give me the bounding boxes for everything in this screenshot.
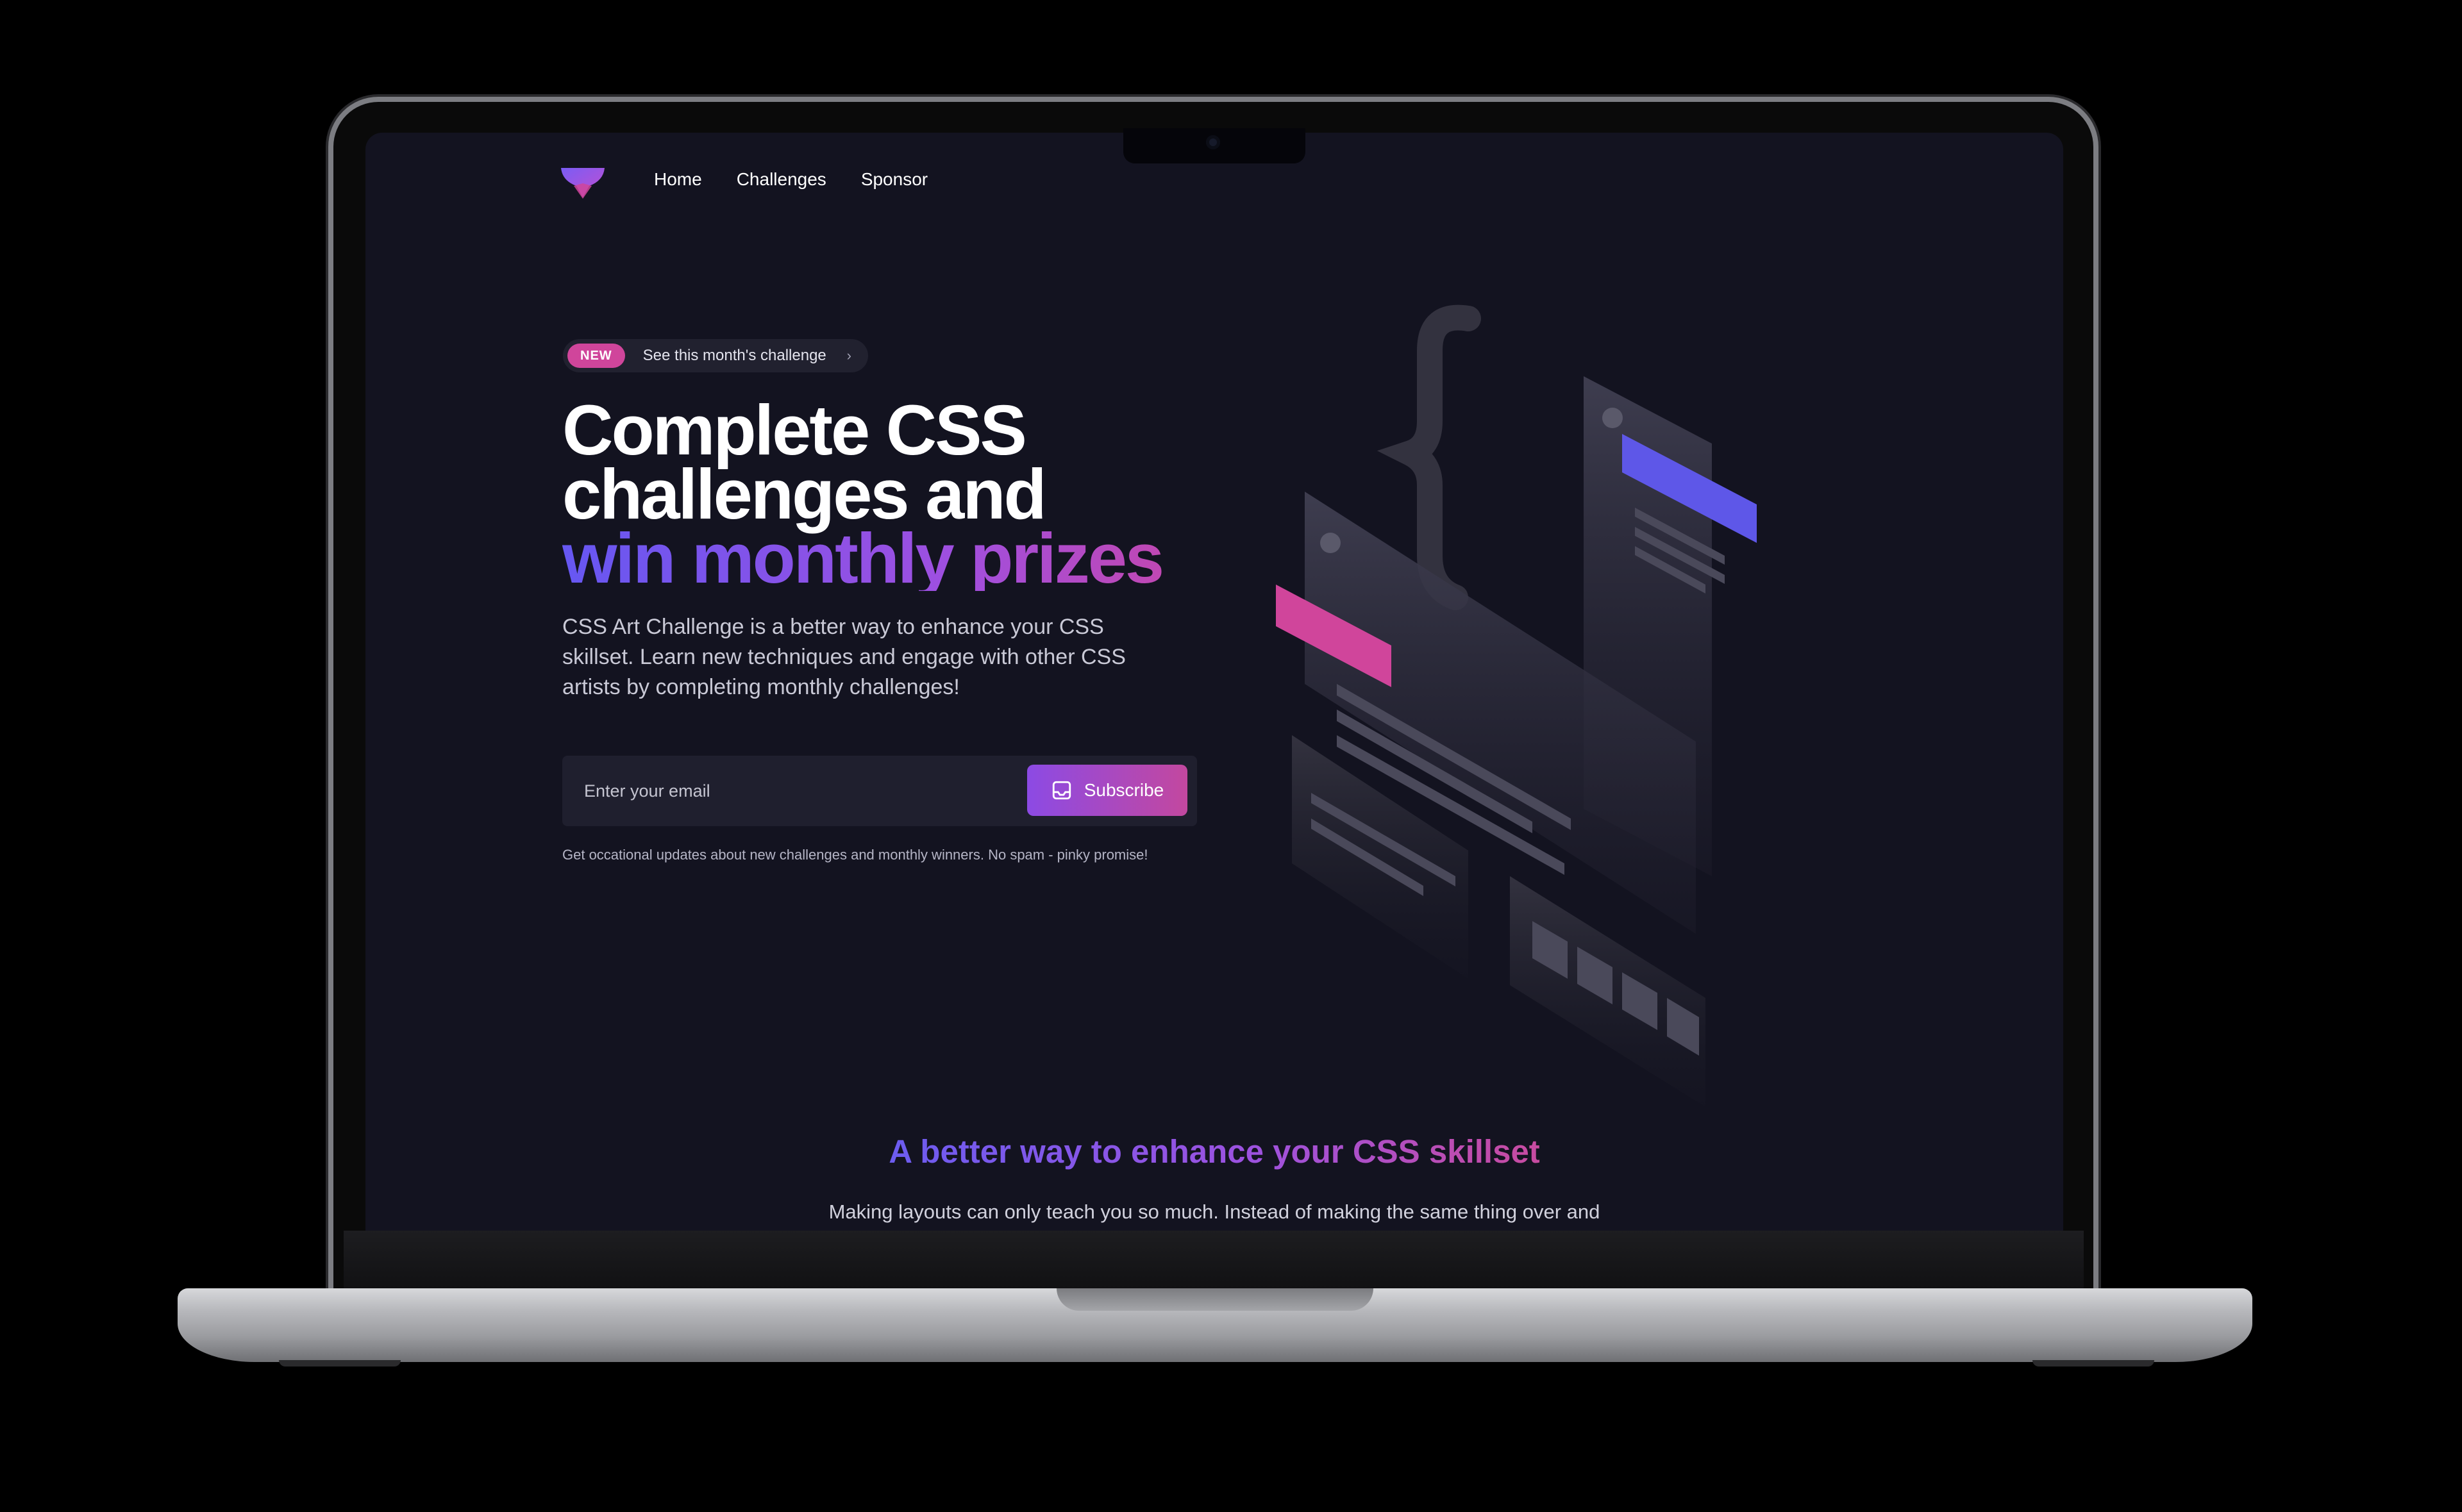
laptop-lid-opener bbox=[1057, 1288, 1373, 1311]
subscribe-button[interactable]: Subscribe bbox=[1027, 765, 1187, 816]
isometric-illustration bbox=[1276, 304, 1757, 1107]
hero-title: Complete CSS challenges and win monthly … bbox=[562, 391, 1268, 594]
nav-link-challenges[interactable]: Challenges bbox=[737, 169, 826, 190]
nav-link-home[interactable]: Home bbox=[654, 169, 702, 190]
subscribe-label: Subscribe bbox=[1084, 780, 1164, 800]
subscribe-fine-print: Get occational updates about new challen… bbox=[562, 847, 1148, 863]
hero-title-line-1: Complete CSS bbox=[562, 391, 1027, 470]
chevron-right-icon: › bbox=[846, 347, 851, 363]
laptop-foot-left bbox=[279, 1360, 401, 1367]
section-title-text: A better way to enhance your CSS skillse… bbox=[889, 1133, 1540, 1170]
laptop-bezel-bottom bbox=[344, 1231, 2084, 1288]
main-nav: Home Challenges Sponsor bbox=[654, 169, 928, 190]
section-text: Making layouts can only teach you so muc… bbox=[828, 1200, 1600, 1223]
inbox-icon bbox=[1052, 781, 1071, 800]
laptop-screen: Home Challenges Sponsor NEW See this mon… bbox=[365, 133, 2063, 1231]
announcement-text: See this month's challenge bbox=[642, 347, 826, 364]
hero-description: CSS Art Challenge is a better way to enh… bbox=[562, 615, 1126, 699]
logo-icon[interactable] bbox=[560, 165, 606, 200]
camera-icon bbox=[1206, 135, 1220, 149]
email-input[interactable] bbox=[562, 756, 1011, 826]
section-title: A better way to enhance your CSS skillse… bbox=[365, 1133, 2063, 1170]
nav-link-sponsor[interactable]: Sponsor bbox=[861, 169, 928, 190]
subscribe-form: Subscribe bbox=[562, 756, 1197, 826]
hero-title-line-2: challenges and bbox=[562, 455, 1047, 534]
announcement-pill[interactable]: NEW See this month's challenge › bbox=[563, 339, 868, 372]
laptop-foot-right bbox=[2032, 1360, 2154, 1367]
new-badge: NEW bbox=[567, 344, 625, 368]
hero-title-highlight: win monthly prizes bbox=[562, 524, 1268, 594]
